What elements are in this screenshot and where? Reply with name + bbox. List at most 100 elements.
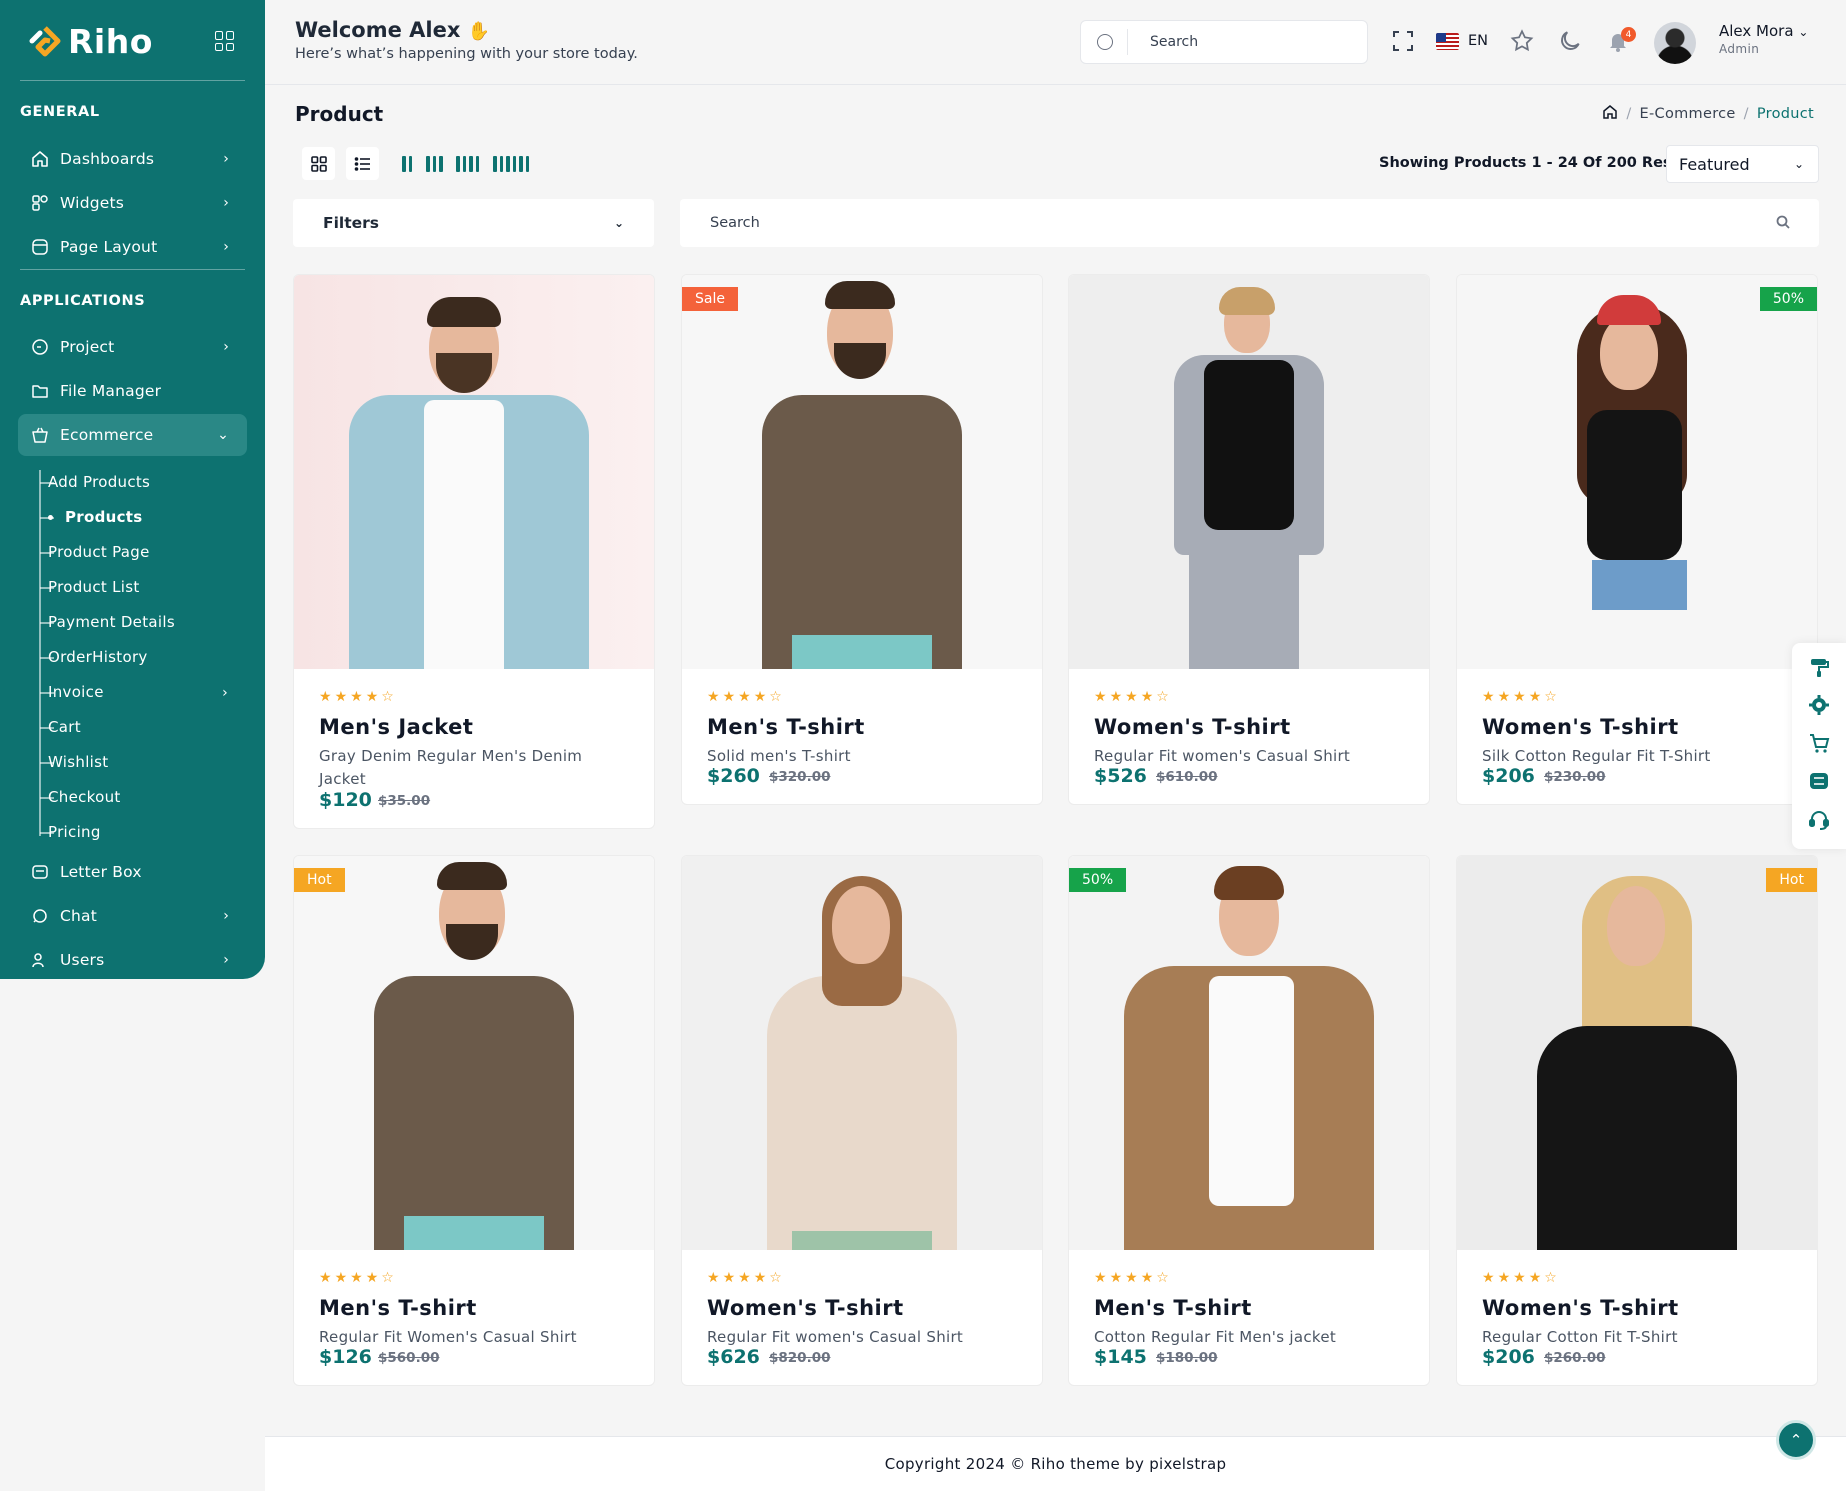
sidebar-item-label: Users: [60, 951, 105, 969]
product-image[interactable]: [682, 275, 1042, 669]
breadcrumb-separator: /: [1743, 106, 1749, 122]
star-icon[interactable]: [1509, 28, 1535, 54]
sidebar-item-ecommerce[interactable]: Ecommerce ⌄: [18, 414, 247, 456]
product-old-price: $820.00: [769, 1350, 831, 1366]
submenu-item-products[interactable]: Products: [40, 508, 143, 526]
submenu-item-wishlist[interactable]: Wishlist: [39, 753, 108, 771]
product-name[interactable]: Women's T-shirt: [1482, 1296, 1679, 1320]
submenu-item-pricing[interactable]: Pricing: [40, 823, 101, 841]
product-image[interactable]: [1457, 275, 1817, 669]
four-column-icon[interactable]: [456, 156, 479, 172]
three-column-icon[interactable]: [426, 156, 443, 172]
product-image[interactable]: [1069, 275, 1429, 669]
product-name[interactable]: Men's T-shirt: [707, 715, 865, 739]
star-icon: ★: [1513, 1270, 1526, 1286]
product-card[interactable]: 50% ★ ★ ★ ★ ☆ Men's T-shirt Cotton Regular F…: [1068, 855, 1430, 1386]
avatar[interactable]: [1654, 22, 1696, 64]
us-flag-icon[interactable]: [1436, 33, 1459, 50]
user-name-text: Alex Mora: [1719, 22, 1794, 40]
product-card[interactable]: ★ ★ ★ ★ ☆ Men's Jacket Gray Denim Regular Me…: [293, 274, 655, 829]
list-view-button[interactable]: [346, 147, 379, 180]
submenu-item-order-history[interactable]: OrderHistory: [40, 648, 148, 666]
submenu-item-invoice[interactable]: Invoice ›: [40, 683, 228, 701]
filters-dropdown[interactable]: Filters ⌄: [293, 199, 654, 247]
submenu-label: Product Page: [48, 543, 150, 561]
user-name[interactable]: Alex Mora ⌄: [1719, 22, 1808, 40]
sidebar-item-file-manager[interactable]: File Manager: [18, 371, 247, 411]
product-name[interactable]: Women's T-shirt: [1094, 715, 1291, 739]
chevron-right-icon: ›: [223, 151, 229, 167]
chevron-down-icon: ⌄: [217, 427, 229, 443]
product-price: $526: [1094, 765, 1147, 787]
product-name[interactable]: Men's T-shirt: [319, 1296, 477, 1320]
fullscreen-icon[interactable]: [1390, 28, 1416, 54]
rating-stars: ★ ★ ★ ★ ☆: [707, 1270, 782, 1286]
header-search-input[interactable]: Search: [1080, 20, 1368, 64]
headset-support-icon[interactable]: [1807, 807, 1831, 831]
chevron-down-icon: ⌄: [613, 216, 624, 230]
chat-icon: [30, 906, 50, 926]
sort-select[interactable]: Featured ⌄: [1666, 145, 1819, 183]
rating-stars: ★ ★ ★ ★ ☆: [1094, 689, 1169, 705]
chevron-right-icon: ›: [223, 908, 229, 924]
product-card[interactable]: Hot ★ ★ ★ ★ ☆ Women's T-shirt Regular Cotton…: [1456, 855, 1818, 1386]
six-column-icon[interactable]: [493, 156, 529, 172]
product-name[interactable]: Men's Jacket: [319, 715, 473, 739]
paint-roller-icon[interactable]: [1807, 655, 1831, 679]
product-image[interactable]: [1069, 856, 1429, 1250]
product-card[interactable]: ★ ★ ★ ★ ☆ Women's T-shirt Regular Fit women'…: [681, 855, 1043, 1386]
sidebar-toggle-grid-icon[interactable]: [215, 31, 235, 51]
search-icon[interactable]: [1775, 214, 1791, 234]
brand-logo[interactable]: Riho: [28, 22, 153, 61]
sidebar-item-label: Ecommerce: [60, 426, 154, 444]
sidebar-item-project[interactable]: Project ›: [18, 327, 247, 367]
product-name[interactable]: Women's T-shirt: [1482, 715, 1679, 739]
rating-stars: ★ ★ ★ ★ ☆: [319, 689, 394, 705]
submenu-label: Product List: [48, 578, 140, 596]
dark-mode-moon-icon[interactable]: [1557, 28, 1583, 54]
product-card[interactable]: Sale ★ ★ ★ ★ ☆ Men's T-shirt Solid men's T-s…: [681, 274, 1043, 805]
submenu-item-cart[interactable]: Cart: [40, 718, 81, 736]
sidebar-item-page-layout[interactable]: Page Layout ›: [18, 227, 247, 267]
product-image[interactable]: [682, 856, 1042, 1250]
product-name[interactable]: Men's T-shirt: [1094, 1296, 1252, 1320]
star-icon: ★: [1125, 689, 1138, 705]
toggle-switch-icon[interactable]: [1807, 769, 1831, 793]
settings-gear-icon[interactable]: [1807, 693, 1831, 717]
sidebar-item-widgets[interactable]: Widgets ›: [18, 183, 247, 223]
scroll-to-top-button[interactable]: ⌃: [1776, 1420, 1816, 1460]
sidebar-item-dashboards[interactable]: Dashboards ›: [18, 139, 247, 179]
star-half-icon: ☆: [381, 1270, 394, 1286]
submenu-item-product-list[interactable]: Product List: [40, 578, 140, 596]
home-icon[interactable]: [1602, 104, 1618, 124]
language-selector[interactable]: EN: [1468, 33, 1488, 49]
discount-ribbon: 50%: [1069, 868, 1127, 892]
divider: [20, 80, 245, 81]
sidebar-item-users[interactable]: Users ›: [18, 940, 247, 980]
rating-stars: ★ ★ ★ ★ ☆: [1482, 689, 1557, 705]
sidebar: Riho GENERAL Dashboards › Widgets › Page…: [0, 0, 265, 979]
layout-icon: [30, 237, 50, 257]
grid-view-button[interactable]: [302, 147, 335, 180]
product-image[interactable]: [1457, 856, 1817, 1250]
two-column-icon[interactable]: [402, 156, 412, 172]
product-card[interactable]: Hot ★ ★ ★ ★ ☆ Men's T-shirt Regular Fit Wome…: [293, 855, 655, 1386]
product-old-price: $610.00: [1156, 769, 1218, 785]
submenu-item-payment-details[interactable]: Payment Details: [40, 613, 175, 631]
sidebar-item-letter-box[interactable]: Letter Box: [18, 852, 247, 892]
product-search-input[interactable]: Search: [680, 199, 1819, 247]
product-name[interactable]: Women's T-shirt: [707, 1296, 904, 1320]
product-price: $120: [319, 789, 372, 811]
submenu-item-add-products[interactable]: Add Products: [39, 473, 150, 491]
chevron-down-icon: ⌄: [1798, 25, 1809, 39]
product-card[interactable]: ★ ★ ★ ★ ☆ Women's T-shirt Regular Fit women'…: [1068, 274, 1430, 805]
cart-icon[interactable]: [1807, 731, 1831, 755]
product-card[interactable]: 50% ★ ★ ★ ★ ☆ Women's T-shirt Silk Cotton Re…: [1456, 274, 1818, 805]
sidebar-item-label: Widgets: [60, 194, 125, 212]
product-image[interactable]: [294, 275, 654, 669]
sidebar-item-chat[interactable]: Chat ›: [18, 896, 247, 936]
product-image[interactable]: [294, 856, 654, 1250]
breadcrumb-ecommerce[interactable]: E-Commerce: [1640, 106, 1736, 122]
submenu-item-checkout[interactable]: Checkout: [40, 788, 121, 806]
submenu-item-product-page[interactable]: Product Page: [40, 543, 150, 561]
